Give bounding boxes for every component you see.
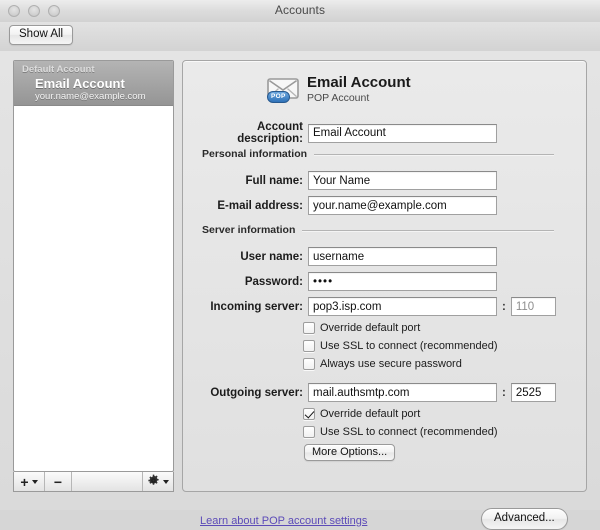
add-account-button[interactable]: +: [14, 472, 45, 491]
checkbox-label: Override default port: [320, 322, 420, 334]
password-label: Password:: [191, 276, 308, 288]
password-row: Password: ••••: [191, 272, 497, 291]
checkbox-box: [303, 426, 315, 438]
outgoing-port-input[interactable]: 2525: [511, 383, 556, 402]
pop-settings-help-link[interactable]: Learn about POP account settings: [200, 515, 367, 527]
full-name-label: Full name:: [191, 175, 308, 187]
checkbox-label: Use SSL to connect (recommended): [320, 340, 498, 352]
account-subtitle: POP Account: [307, 91, 411, 105]
server-information-label: Server information: [202, 224, 302, 236]
chevron-down-icon: [163, 480, 169, 484]
email-address-input[interactable]: your.name@example.com: [308, 196, 497, 215]
envelope-icon: POP: [267, 76, 299, 102]
account-description-input[interactable]: Email Account: [308, 124, 497, 143]
account-email-label: your.name@example.com: [22, 91, 167, 103]
content-area: Default Account Email Account your.name@…: [0, 51, 600, 510]
outgoing-use-ssl-checkbox[interactable]: Use SSL to connect (recommended): [303, 426, 498, 438]
outgoing-override-port-checkbox[interactable]: Override default port: [303, 408, 420, 420]
section-divider: [314, 154, 554, 155]
incoming-override-port-checkbox[interactable]: Override default port: [303, 322, 420, 334]
more-options-button[interactable]: More Options...: [304, 444, 395, 461]
toolbar-spacer: [72, 472, 143, 491]
checkbox-box: [303, 358, 315, 370]
account-title: Email Account: [307, 74, 411, 91]
outgoing-port-separator: :: [497, 387, 511, 399]
account-name-label: Email Account: [22, 76, 167, 91]
outgoing-server-row: Outgoing server: mail.authsmtp.com : 252…: [191, 383, 556, 402]
password-input[interactable]: ••••: [308, 272, 497, 291]
outgoing-server-label: Outgoing server:: [191, 387, 308, 399]
section-divider: [302, 230, 554, 231]
minus-icon: −: [54, 475, 62, 489]
account-description-label: Account description:: [191, 121, 308, 145]
remove-account-button[interactable]: −: [45, 472, 72, 491]
incoming-secure-password-checkbox[interactable]: Always use secure password: [303, 358, 462, 370]
incoming-server-row: Incoming server: pop3.isp.com : 110: [191, 297, 556, 316]
checkbox-box: [303, 408, 315, 420]
email-address-row: E-mail address: your.name@example.com: [191, 196, 497, 215]
show-all-button[interactable]: Show All: [9, 25, 73, 45]
checkbox-label: Override default port: [320, 408, 420, 420]
full-name-input[interactable]: Your Name: [308, 171, 497, 190]
email-address-label: E-mail address:: [191, 200, 308, 212]
accounts-window: Accounts Show All Default Account Email …: [0, 0, 600, 510]
user-name-input[interactable]: username: [308, 247, 497, 266]
advanced-button[interactable]: Advanced...: [481, 508, 568, 530]
pop-badge: POP: [267, 91, 290, 103]
checkbox-box: [303, 340, 315, 352]
checkbox-label: Always use secure password: [320, 358, 462, 370]
account-actions-button[interactable]: [143, 472, 173, 491]
window-title: Accounts: [0, 3, 600, 17]
preferences-toolbar: [0, 22, 600, 52]
personal-information-label: Personal information: [202, 148, 314, 160]
incoming-port-input[interactable]: 110: [511, 297, 556, 316]
accounts-list[interactable]: Default Account Email Account your.name@…: [13, 60, 174, 472]
full-name-row: Full name: Your Name: [191, 171, 497, 190]
chevron-down-icon: [32, 480, 38, 484]
plus-icon: +: [20, 475, 28, 489]
checkbox-box: [303, 322, 315, 334]
accounts-list-toolbar: + −: [13, 472, 174, 492]
server-information-section: Server information: [202, 224, 554, 236]
checkbox-label: Use SSL to connect (recommended): [320, 426, 498, 438]
incoming-server-input[interactable]: pop3.isp.com: [308, 297, 497, 316]
account-header: POP Email Account POP Account: [267, 74, 411, 105]
list-item[interactable]: Default Account Email Account your.name@…: [14, 61, 173, 106]
incoming-server-label: Incoming server:: [191, 301, 308, 313]
title-bar: Accounts: [0, 0, 600, 23]
personal-information-section: Personal information: [202, 148, 554, 160]
outgoing-server-input[interactable]: mail.authsmtp.com: [308, 383, 497, 402]
incoming-use-ssl-checkbox[interactable]: Use SSL to connect (recommended): [303, 340, 498, 352]
user-name-label: User name:: [191, 251, 308, 263]
account-detail-panel: POP Email Account POP Account Account de…: [182, 60, 587, 492]
user-name-row: User name: username: [191, 247, 497, 266]
account-description-row: Account description: Email Account: [191, 121, 497, 145]
gear-icon: [147, 474, 160, 490]
incoming-port-separator: :: [497, 301, 511, 313]
account-kind-label: Default Account: [22, 64, 167, 76]
